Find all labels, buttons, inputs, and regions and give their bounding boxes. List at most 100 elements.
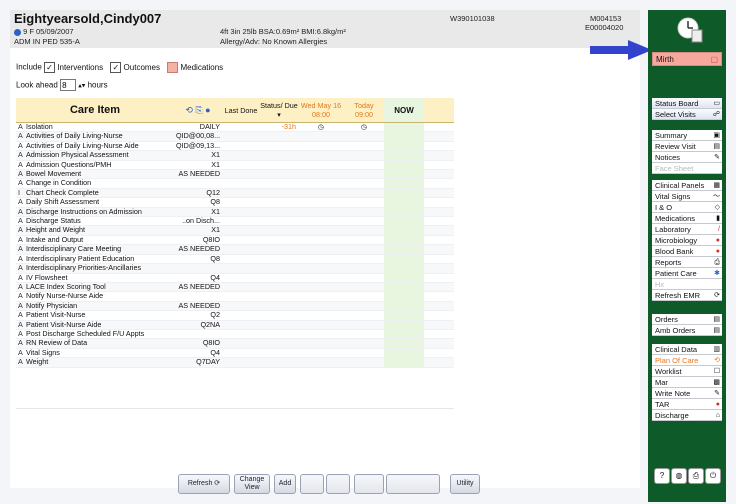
mirth-alert[interactable]: Mirth ▢ <box>652 52 722 66</box>
clock-status-icon[interactable]: ◷ <box>318 123 324 131</box>
sidebar-item-refresh-emr[interactable]: Refresh EMR ⟳ <box>652 290 722 301</box>
row-care-item[interactable]: Bowel Movement <box>24 169 175 180</box>
table-row[interactable]: A LACE Index Scoring Tool AS NEEDED <box>16 282 455 293</box>
utility-button[interactable]: Utility <box>450 474 480 494</box>
sidebar-item-patient-care[interactable]: Patient Care ✱ <box>652 268 722 279</box>
row-care-item[interactable]: Interdisciplinary Patient Education <box>24 254 175 265</box>
sidebar-item-blood-bank[interactable]: Blood Bank ● <box>652 246 722 257</box>
interventions-checkbox[interactable]: ✓ <box>44 62 56 73</box>
status-due-header[interactable]: Status/ Due ▾ <box>260 98 299 123</box>
sidebar-item-clinical-data[interactable]: Clinical Data ▥ <box>652 344 722 355</box>
table-row[interactable]: A Intake and Output Q8IO <box>16 235 455 246</box>
row-care-item[interactable]: Chart Check Complete <box>24 188 175 199</box>
exit-icon[interactable]: ⏻ <box>705 468 721 484</box>
sidebar-item-orders[interactable]: Orders ▤ <box>652 314 722 325</box>
row-care-item[interactable]: Weight <box>24 357 175 368</box>
now-column-header[interactable]: NOW <box>384 98 425 123</box>
help-button[interactable]: ? <box>654 468 670 484</box>
sidebar-item-review-visit[interactable]: Review Visit ▤ <box>652 141 722 152</box>
sidebar-item-notices[interactable]: Notices ✎ <box>652 152 722 163</box>
row-care-item[interactable]: Admission Questions/PMH <box>24 160 175 171</box>
add-button[interactable]: Add <box>274 474 296 494</box>
row-care-item[interactable]: Vital Signs <box>24 348 175 359</box>
disabled-button-1[interactable] <box>300 474 324 494</box>
sidebar-item-i-and-o[interactable]: I & O ◇ <box>652 202 722 213</box>
sidebar-item-face-sheet[interactable]: Face Sheet <box>652 163 722 174</box>
sidebar-item-vital-signs[interactable]: Vital Signs 〜 <box>652 191 722 202</box>
table-row[interactable]: A Isolation DAILY -31h ◷ ◷ <box>16 122 455 133</box>
printer-icon[interactable]: ⎙ <box>688 468 704 484</box>
care-item-header[interactable]: Care Item <box>16 98 175 123</box>
table-row[interactable]: A Interdisciplinary Patient Education Q8 <box>16 254 455 265</box>
today-column-header[interactable]: Today 09:00 <box>344 98 385 123</box>
sidebar-item-clinical-panels[interactable]: Clinical Panels ▦ <box>652 180 722 191</box>
table-row[interactable]: A Admission Physical Assessment X1 <box>16 150 455 161</box>
table-row[interactable]: A Notify Physician AS NEEDED <box>16 301 455 312</box>
spinner-icon[interactable]: ▴▾ <box>78 83 85 90</box>
medications-checkbox[interactable] <box>167 62 179 73</box>
wed-column-header[interactable]: Wed May 16 08:00 <box>298 98 345 123</box>
row-care-item[interactable]: Isolation <box>24 122 175 133</box>
row-care-item[interactable]: Daily Shift Assessment <box>24 197 175 208</box>
sidebar-item-summary[interactable]: Summary ▣ <box>652 130 722 141</box>
row-care-item[interactable]: Patient Visit-Nurse Aide <box>24 320 175 330</box>
row-care-item[interactable]: Interdisciplinary Care Meeting <box>24 244 175 255</box>
table-row[interactable]: A Change in Condition <box>16 178 455 189</box>
header-icons[interactable]: ⟲ ⎘ ● <box>174 98 223 123</box>
table-row[interactable]: A Vital Signs Q4 <box>16 348 455 359</box>
table-row[interactable]: A Patient Visit-Nurse Aide Q2NA <box>16 320 455 330</box>
row-care-item[interactable]: LACE Index Scoring Tool <box>24 282 175 293</box>
row-care-item[interactable]: Patient Visit-Nurse <box>24 310 175 321</box>
row-care-item[interactable]: Notify Physician <box>24 301 175 312</box>
sidebar-item-laboratory[interactable]: Laboratory / <box>652 224 722 235</box>
table-row[interactable]: A Post Discharge Scheduled F/U Appts <box>16 329 455 340</box>
table-row[interactable]: A IV Flowsheet Q4 <box>16 273 455 283</box>
help-icon[interactable]: ● <box>205 105 210 115</box>
row-care-item[interactable]: Discharge Status <box>24 216 175 227</box>
table-row[interactable]: A Daily Shift Assessment Q8 <box>16 197 455 208</box>
globe-icon[interactable]: ◍ <box>671 468 687 484</box>
table-row[interactable]: A RN Review of Data Q8IO <box>16 338 455 349</box>
table-row[interactable]: A Weight Q7DAY <box>16 357 455 368</box>
disabled-button-2[interactable] <box>326 474 350 494</box>
table-row[interactable]: A Height and Weight X1 <box>16 225 455 236</box>
row-care-item[interactable]: Admission Physical Assessment <box>24 150 175 161</box>
sidebar-item-plan-of-care[interactable]: Plan Of Care ⟲ <box>652 355 722 366</box>
info-icon[interactable] <box>14 28 21 36</box>
row-care-item[interactable]: IV Flowsheet <box>24 273 175 283</box>
sidebar-item-amb-orders[interactable]: Amb Orders ▤ <box>652 325 722 336</box>
row-care-item[interactable]: Discharge Instructions on Admission <box>24 207 175 218</box>
row-care-item[interactable]: Notify Nurse-Nurse Aide <box>24 291 175 302</box>
look-ahead-input[interactable] <box>60 79 77 91</box>
sidebar-item-write-note[interactable]: Write Note ✎ <box>652 388 722 399</box>
change-view-button[interactable]: Change View <box>234 474 270 494</box>
sidebar-item-status-board[interactable]: Status Board ▭ <box>652 98 722 109</box>
sidebar-item-reports[interactable]: Reports ⎙ <box>652 257 722 268</box>
last-done-header[interactable]: Last Done <box>222 98 261 123</box>
sidebar-item-worklist[interactable]: Worklist ☐ <box>652 366 722 377</box>
sidebar-item-tar[interactable]: TAR ● <box>652 399 722 410</box>
table-row[interactable]: A Interdisciplinary Priorities-Ancillarie… <box>16 263 455 274</box>
sidebar-item-microbiology[interactable]: Microbiology ● <box>652 235 722 246</box>
row-care-item[interactable]: Intake and Output <box>24 235 175 246</box>
table-row[interactable]: A Interdisciplinary Care Meeting AS NEEDED <box>16 244 455 255</box>
disabled-button-3[interactable] <box>354 474 384 494</box>
outcomes-checkbox[interactable]: ✓ <box>110 62 122 73</box>
table-row[interactable]: A Activities of Daily Living-Nurse QID@00,… <box>16 131 455 142</box>
table-row[interactable]: A Admission Questions/PMH X1 <box>16 160 455 171</box>
clock-icon[interactable] <box>648 10 726 48</box>
sidebar-item-discharge[interactable]: Discharge ⌂ <box>652 410 722 421</box>
row-care-item[interactable]: Activities of Daily Living-Nurse Aide <box>24 141 175 152</box>
row-care-item[interactable]: Activities of Daily Living-Nurse <box>24 131 175 142</box>
close-icon[interactable]: ▢ <box>710 53 718 67</box>
sidebar-item-hx[interactable]: Hx <box>652 279 722 290</box>
sidebar-item-select-visits[interactable]: Select Visits ☍ <box>652 109 722 120</box>
row-care-item[interactable]: RN Review of Data <box>24 338 175 349</box>
row-care-item[interactable]: Interdisciplinary Priorities-Ancillaries <box>24 263 175 274</box>
row-care-item[interactable]: Height and Weight <box>24 225 175 236</box>
table-row[interactable]: I Chart Check Complete Q12 <box>16 188 455 199</box>
table-row[interactable]: A Discharge Status ..on Disch... <box>16 216 455 227</box>
disabled-button-4[interactable] <box>386 474 440 494</box>
sidebar-item-medications[interactable]: Medications ▮ <box>652 213 722 224</box>
table-row[interactable]: A Notify Nurse-Nurse Aide <box>16 291 455 302</box>
